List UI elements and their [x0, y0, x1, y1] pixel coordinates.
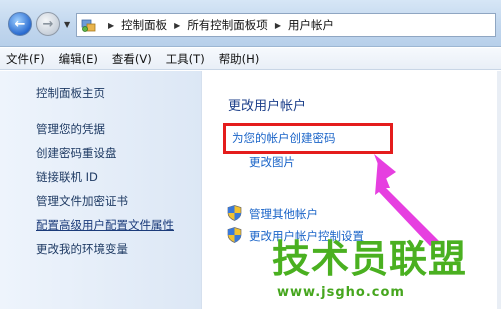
task-pane: 控制面板主页 管理您的凭据 创建密码重设盘 链接联机 ID 管理文件加密证书 配…: [0, 71, 202, 309]
create-password-reset-disk-link[interactable]: 创建密码重设盘: [36, 145, 117, 161]
scrollbar[interactable]: [497, 71, 501, 309]
manage-other-accounts-link[interactable]: 管理其他帐户: [249, 206, 318, 222]
menu-bar: 文件(F) 编辑(E) 查看(V) 工具(T) 帮助(H): [0, 48, 501, 70]
forward-button[interactable]: →: [36, 12, 60, 36]
menu-tools[interactable]: 工具(T): [166, 51, 205, 67]
control-panel-icon: [81, 19, 96, 32]
menu-edit[interactable]: 编辑(E): [59, 51, 98, 67]
address-bar[interactable]: ▶ 控制面板 ▶ 所有控制面板项 ▶ 用户帐户: [76, 13, 496, 37]
watermark-logo: 技术员联盟: [272, 237, 468, 281]
menu-view[interactable]: 查看(V): [112, 51, 152, 67]
breadcrumb-separator-icon: ▶: [174, 20, 181, 30]
arrow-right-icon: →: [42, 16, 54, 32]
arrow-left-icon: ←: [14, 16, 26, 32]
navigation-bar: ← → ▼ ▶ 控制面板 ▶ 所有控制面板项 ▶ 用户帐户: [0, 0, 501, 47]
control-panel-home-link[interactable]: 控制面板主页: [36, 85, 105, 101]
uac-shield-icon: [227, 205, 242, 221]
recent-pages-dropdown-icon[interactable]: ▼: [64, 20, 70, 29]
breadcrumb-separator-icon: ▶: [274, 20, 281, 30]
menu-file[interactable]: 文件(F): [6, 51, 45, 67]
back-button[interactable]: ←: [8, 12, 32, 36]
annotation-arrow-icon: [374, 154, 440, 246]
breadcrumb-all-items[interactable]: 所有控制面板项: [187, 17, 268, 33]
manage-credentials-link[interactable]: 管理您的凭据: [36, 121, 105, 137]
breadcrumb-separator-icon: ▶: [108, 20, 115, 30]
advanced-profile-properties-link[interactable]: 配置高级用户配置文件属性: [36, 217, 174, 233]
page-title: 更改用户帐户: [228, 99, 307, 114]
link-online-id-link[interactable]: 链接联机 ID: [36, 169, 98, 185]
change-environment-variables-link[interactable]: 更改我的环境变量: [36, 241, 128, 257]
change-picture-link[interactable]: 更改图片: [249, 154, 295, 170]
manage-encryption-certificates-link[interactable]: 管理文件加密证书: [36, 193, 128, 209]
watermark-url: www.jsgho.com: [277, 285, 405, 300]
breadcrumb-control-panel[interactable]: 控制面板: [121, 17, 167, 33]
uac-shield-icon: [227, 227, 242, 243]
menu-help[interactable]: 帮助(H): [219, 51, 260, 67]
breadcrumb-user-accounts[interactable]: 用户帐户: [288, 17, 334, 33]
